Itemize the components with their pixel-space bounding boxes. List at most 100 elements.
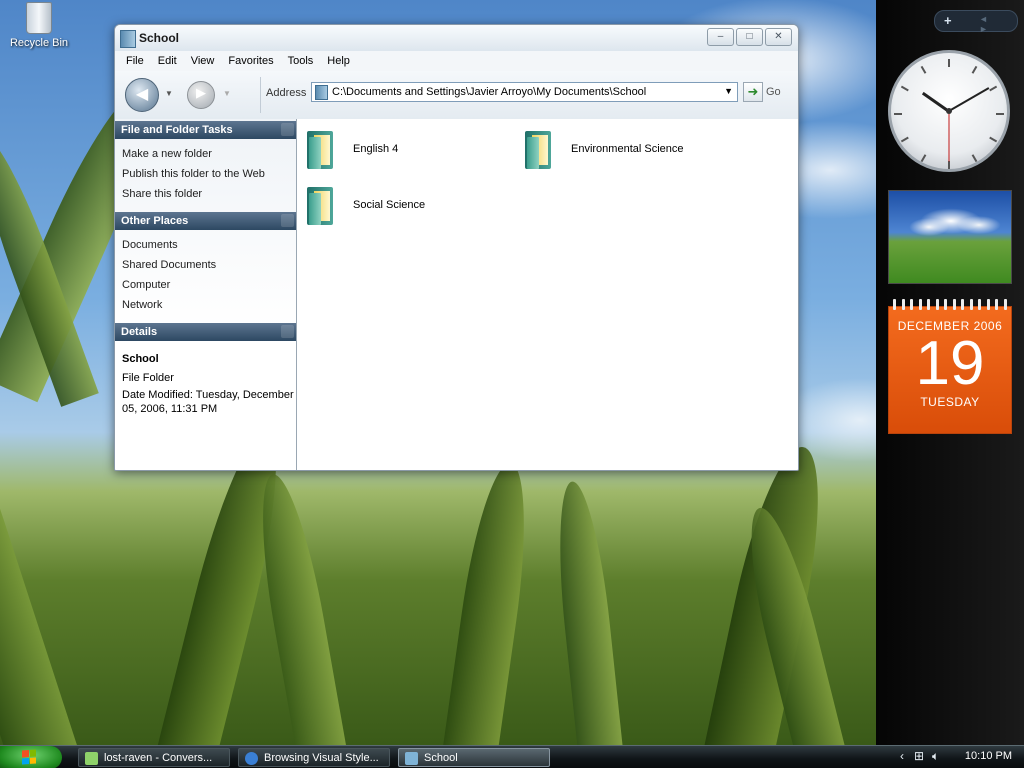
folder-icon (523, 127, 555, 171)
calendar-weekday: TUESDAY (920, 395, 980, 409)
calendar-day: 19 (915, 329, 985, 398)
clock-tick (920, 65, 927, 74)
back-arrow-icon: ◀ (135, 86, 149, 103)
clock-tick (894, 113, 902, 115)
collapse-chevron-icon[interactable] (281, 325, 294, 338)
folder-name: Social Science (353, 199, 426, 211)
menu-edit[interactable]: Edit (151, 55, 184, 67)
slideshow-gadget[interactable] (888, 190, 1012, 284)
address-input[interactable]: C:\Documents and Settings\Javier Arroyo\… (332, 86, 646, 98)
internet-explorer-icon (245, 752, 258, 765)
task-pane: File and Folder Tasks Make a new folder … (115, 119, 297, 470)
details-modified: Date Modified: Tuesday, December 05, 200… (122, 389, 294, 415)
folder-item[interactable]: Social Science (305, 183, 425, 227)
taskbar-item-label: Browsing Visual Style... (264, 752, 379, 764)
other-places-list: Documents Shared Documents Computer Netw… (115, 230, 296, 321)
close-button[interactable]: ✕ (765, 28, 792, 46)
sidebar-controls: + ◄ ► (934, 10, 1018, 34)
folder-icon (315, 85, 328, 100)
back-history-dropdown-icon[interactable]: ▼ (165, 89, 173, 98)
documents-link[interactable]: Documents (122, 235, 296, 255)
forward-history-dropdown-icon[interactable]: ▼ (223, 89, 231, 98)
menu-tools[interactable]: Tools (281, 55, 321, 67)
clock-center-pin (946, 108, 952, 114)
go-button[interactable]: ➜ (743, 82, 763, 102)
details-name: School (122, 353, 159, 365)
details-panel: School File Folder Date Modified: Tuesda… (115, 341, 296, 422)
add-gadget-button[interactable]: + (944, 13, 952, 28)
show-hidden-icons-chevron-icon[interactable]: ‹ (900, 749, 904, 763)
taskbar-item-browser[interactable]: Browsing Visual Style... (238, 748, 390, 767)
clock-tick (996, 113, 1004, 115)
forward-arrow-icon: ▶ (196, 85, 206, 100)
recycle-bin-icon[interactable]: Recycle Bin (8, 2, 70, 49)
folder-icon (305, 127, 337, 171)
clock-tick (971, 65, 978, 74)
window-content: File and Folder Tasks Make a new folder … (115, 119, 798, 470)
go-arrow-icon: ➜ (747, 84, 759, 99)
menu-view[interactable]: View (184, 55, 222, 67)
chevron-down-icon[interactable]: ▼ (724, 86, 733, 96)
folder-item[interactable]: Environmental Science (523, 127, 684, 171)
clock-gadget[interactable] (888, 50, 1010, 172)
toolbar: ◀ ▼ ▶ ▼ Address C:\Documents and Setting… (115, 71, 798, 120)
taskbar-item-messenger[interactable]: lost-raven - Convers... (78, 748, 230, 767)
clock-tick (948, 161, 950, 169)
grass-blade (248, 470, 350, 745)
collapse-chevron-icon[interactable] (281, 214, 294, 227)
start-button[interactable] (0, 746, 62, 768)
grass-blade (549, 479, 625, 745)
system-tray: ‹ ⊞ 🔈︎ 10:10 PM (900, 746, 1024, 768)
other-places-header[interactable]: Other Places (115, 212, 296, 230)
volume-icon[interactable]: 🔈︎ (932, 749, 939, 764)
network-link[interactable]: Network (122, 295, 296, 315)
menu-favorites[interactable]: Favorites (221, 55, 280, 67)
go-label[interactable]: Go (766, 86, 781, 98)
clock-tick (989, 136, 998, 143)
gadget-nav-arrows[interactable]: ◄ ► (979, 14, 1017, 34)
menu-help[interactable]: Help (320, 55, 357, 67)
back-button[interactable]: ◀ (125, 78, 159, 112)
calendar-gadget[interactable]: DECEMBER 2006 19 TUESDAY (888, 299, 1012, 434)
clock-time[interactable]: 10:10 PM (965, 750, 1012, 762)
clock-tick (900, 85, 909, 92)
clock-tick (920, 154, 927, 163)
menu-file[interactable]: File (119, 55, 151, 67)
details-header[interactable]: Details (115, 323, 296, 341)
forward-button[interactable]: ▶ (187, 81, 215, 109)
computer-link[interactable]: Computer (122, 275, 296, 295)
menu-bar: File Edit View Favorites Tools Help (115, 51, 798, 71)
minimize-button[interactable]: – (707, 28, 734, 46)
file-list: English 4 Environmental Science Social S… (297, 119, 798, 470)
section-title: File and Folder Tasks (121, 124, 233, 136)
publish-folder-link[interactable]: Publish this folder to the Web (122, 164, 296, 184)
address-bar[interactable]: C:\Documents and Settings\Javier Arroyo\… (311, 82, 738, 102)
clock-tick (948, 59, 950, 67)
clock-tick (900, 136, 909, 143)
title-bar[interactable]: School – □ ✕ (115, 25, 798, 51)
calendar-rings (893, 299, 1007, 311)
explorer-window: School – □ ✕ File Edit View Favorites To… (114, 24, 799, 471)
trash-bin-icon (26, 2, 52, 34)
folder-item[interactable]: English 4 (305, 127, 398, 171)
section-title: Details (121, 326, 158, 338)
folder-icon (305, 183, 337, 227)
taskbar: lost-raven - Convers... Browsing Visual … (0, 745, 1024, 768)
make-new-folder-link[interactable]: Make a new folder (122, 144, 296, 164)
shared-documents-link[interactable]: Shared Documents (122, 255, 296, 275)
minute-hand (948, 87, 990, 112)
taskbar-item-school[interactable]: School (398, 748, 550, 767)
window-controls: – □ ✕ (707, 28, 792, 46)
clock-tick (989, 85, 998, 92)
toolbar-separator (260, 77, 261, 113)
section-title: Other Places (121, 215, 189, 227)
maximize-button[interactable]: □ (736, 28, 763, 46)
file-folder-tasks-header[interactable]: File and Folder Tasks (115, 121, 296, 139)
file-folder-tasks-list: Make a new folder Publish this folder to… (115, 139, 296, 210)
folder-name: Environmental Science (571, 143, 684, 155)
recycle-bin-label: Recycle Bin (9, 37, 69, 49)
collapse-chevron-icon[interactable] (281, 123, 294, 136)
network-icon[interactable]: ⊞ (914, 749, 924, 763)
share-folder-link[interactable]: Share this folder (122, 184, 296, 204)
taskbar-item-label: lost-raven - Convers... (104, 752, 213, 764)
